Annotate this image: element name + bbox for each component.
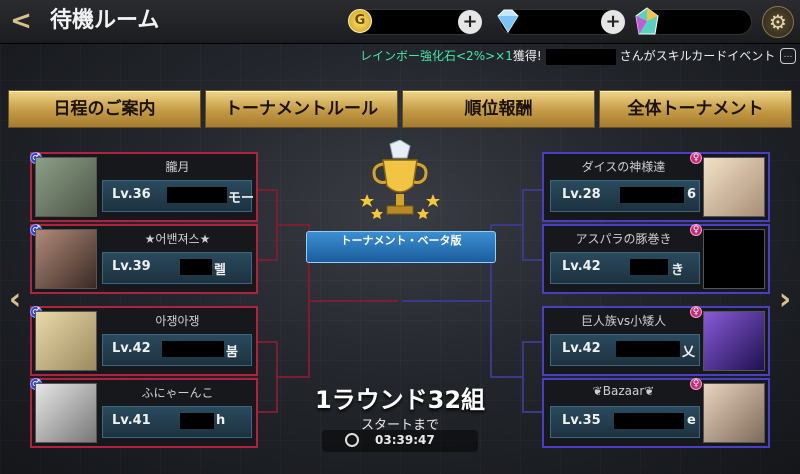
ticker-trailing: さんがスキルカードイベント [619, 49, 776, 63]
bracket-line [258, 411, 278, 413]
avatar [703, 311, 765, 371]
player-card-right-4[interactable]: ♀ ❦Bazaar❦ Lv.35 e [542, 378, 770, 448]
player-level: Lv.36 [112, 187, 151, 202]
player-id-suffix: モー [228, 191, 255, 206]
player-level: Lv.41 [112, 413, 151, 428]
player-id-redacted [620, 187, 684, 203]
player-level: Lv.42 [562, 259, 601, 274]
player-card-right-2[interactable]: ♀ アスパラの豚巻き Lv.42 き [542, 224, 770, 294]
avatar [703, 383, 765, 443]
next-arrow-icon[interactable]: › [774, 282, 796, 318]
player-name: 아쟁아쟁 [155, 314, 200, 328]
round-label: 1ラウンド32組 [314, 386, 486, 414]
player-card-left-1[interactable]: ♂ 朧月 Lv.36 モー [30, 152, 258, 222]
gold-amount-redacted [376, 13, 452, 31]
bracket-line [308, 300, 398, 302]
player-id-redacted [167, 187, 227, 203]
player-id-suffix: 붐 [226, 345, 238, 360]
player-name: ふにゃーんこ [141, 386, 214, 400]
ticker-item: レインボー強化石<2%>×1 [360, 49, 513, 63]
bracket-line [276, 376, 310, 378]
tournament-name-ribbon: トーナメント・ベータ版 [306, 231, 496, 263]
player-id-suffix: き [671, 263, 685, 278]
player-name: 朧月 [165, 160, 190, 174]
player-id-redacted [616, 341, 680, 357]
event-ticker: レインボー強化石<2%>×1獲得! さんがスキルカードイベント [360, 47, 775, 65]
bracket-line [402, 300, 492, 302]
avatar [703, 157, 765, 217]
bracket-line [258, 189, 278, 191]
player-card-left-3[interactable]: ♂ 아쟁아쟁 Lv.42 붐 [30, 306, 258, 376]
gear-icon[interactable]: ⚙ [762, 6, 794, 38]
player-id-suffix: 乂 [682, 345, 696, 360]
player-card-right-3[interactable]: ♀ 巨人族vs小矮人 Lv.42 乂 [542, 306, 770, 376]
rainbow-gem-icon [634, 7, 659, 35]
gold-coin-icon: G [348, 9, 372, 33]
bracket-line [522, 341, 542, 343]
player-card-right-1[interactable]: ♀ ダイスの神様達 Lv.28 6 [542, 152, 770, 222]
player-card-left-2[interactable]: ♂ ★어밴져스★ Lv.39 렐 [30, 224, 258, 294]
player-level: Lv.42 [562, 341, 601, 356]
bracket-line [258, 341, 278, 343]
avatar [35, 311, 97, 371]
page-title: 待機ルーム [50, 8, 160, 33]
chat-icon[interactable]: … [780, 48, 796, 64]
player-name: アスパラの豚巻き [575, 232, 672, 246]
diamond-amount-redacted [526, 13, 602, 31]
trophy-icon [355, 139, 445, 230]
bracket-line [522, 411, 542, 413]
clock-icon [345, 433, 359, 447]
player-id-suffix: h [216, 413, 226, 428]
avatar [35, 157, 97, 217]
tab-schedule[interactable]: 日程のご案内 [8, 90, 201, 128]
player-level: Lv.28 [562, 187, 601, 202]
player-level: Lv.39 [112, 259, 151, 274]
bracket-line [258, 259, 278, 261]
player-id-redacted [630, 259, 668, 275]
tab-rewards[interactable]: 順位報酬 [402, 90, 595, 128]
player-id-suffix: 6 [687, 187, 697, 202]
back-icon[interactable]: < [6, 6, 36, 38]
player-id-suffix: e [687, 413, 696, 428]
ticker-user-redacted [545, 48, 616, 65]
bracket-line [490, 376, 524, 378]
player-level: Lv.35 [562, 413, 601, 428]
prev-arrow-icon[interactable]: ‹ [4, 282, 26, 318]
player-id-redacted [180, 413, 214, 429]
player-name: ダイスの神様達 [581, 160, 666, 174]
countdown-timer: 03:39:47 [375, 433, 435, 447]
player-id-suffix: 렐 [214, 263, 226, 278]
player-level: Lv.42 [112, 341, 151, 356]
player-card-left-4[interactable]: ♂ ふにゃーんこ Lv.41 h [30, 378, 258, 448]
add-gold-plus-icon[interactable]: + [458, 10, 482, 34]
tab-full-tournament[interactable]: 全体トーナメント [599, 90, 792, 128]
gem-amount-redacted [664, 13, 742, 31]
player-name: ❦Bazaar❦ [592, 384, 655, 398]
player-name: ★어밴져스★ [144, 232, 211, 246]
ticker-verb: 獲得! [512, 49, 542, 63]
player-name: 巨人族vs小矮人 [580, 314, 667, 328]
bracket-line [490, 224, 524, 226]
player-id-redacted [180, 259, 212, 275]
tab-rules[interactable]: トーナメントルール [205, 90, 398, 128]
diamond-icon [494, 8, 519, 33]
bracket-line [522, 189, 542, 191]
add-diamond-plus-icon[interactable]: + [601, 10, 625, 34]
avatar [35, 229, 97, 289]
bracket-line [522, 259, 542, 261]
player-id-redacted [162, 341, 224, 357]
player-id-redacted [614, 413, 684, 429]
avatar [703, 229, 765, 289]
bracket-line [276, 224, 310, 226]
avatar [35, 383, 97, 443]
menu-tabs: 日程のご案内 トーナメントルール 順位報酬 全体トーナメント [8, 90, 792, 128]
